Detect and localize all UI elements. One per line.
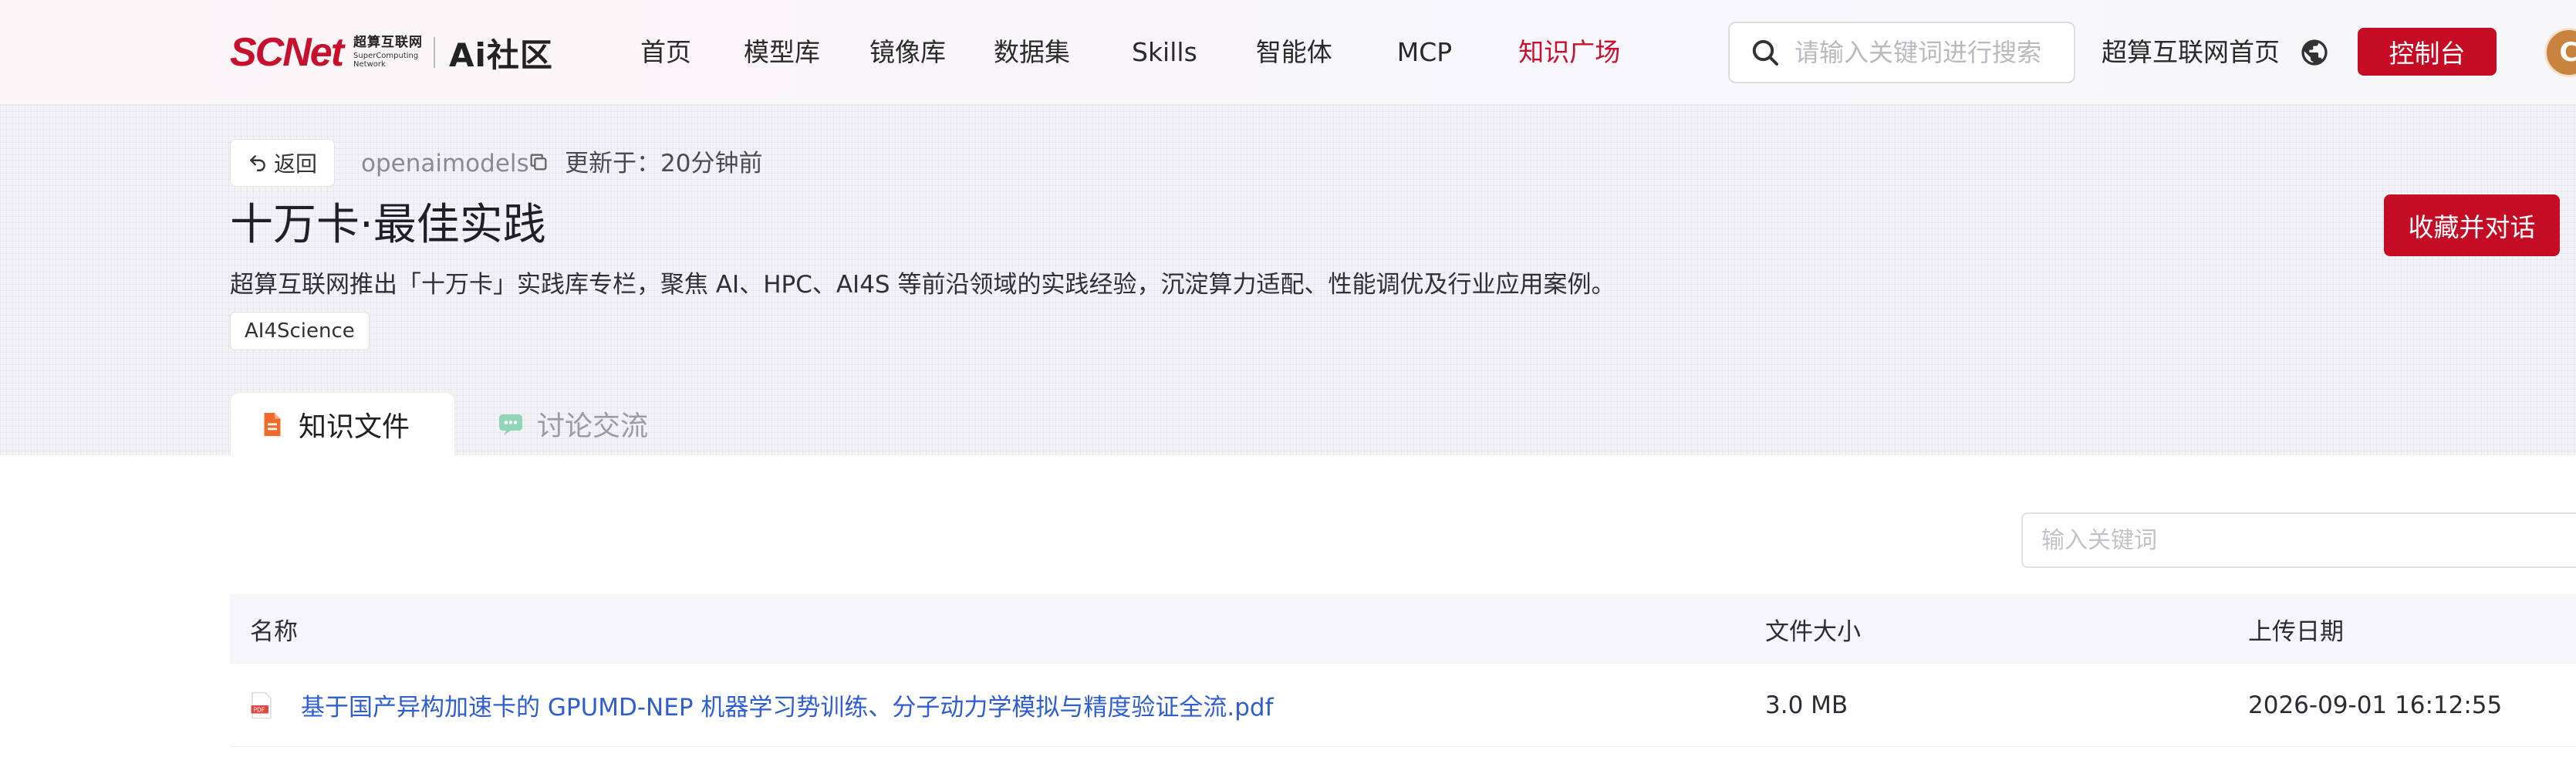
copy-icon[interactable] [528,151,549,173]
globe-icon[interactable] [2299,37,2330,68]
tab-knowledge-files-label: 知识文件 [299,411,410,443]
search-input[interactable] [1794,38,2072,67]
nav-mcp[interactable]: MCP [1397,31,1452,74]
updated-time: 更新于：20分钟前 [565,150,763,177]
author-name[interactable]: openaimodels [361,148,529,179]
console-button[interactable]: 控制台 [2358,28,2497,76]
file-date-cell: 2026-09-01 16:12:55 [2248,691,2503,719]
nav-knowledge-square[interactable]: 知识广场 [1518,31,1620,74]
file-name-cell: PDF 基于国产异构加速卡的 GPUMD-NEP 机器学习势训练、分子动力学模拟… [230,688,1773,722]
nav-images[interactable]: 镜像库 [869,31,946,74]
logo-subtitle: 超算互联网 SuperComputing Network [353,36,423,69]
nav-datasets[interactable]: 数据集 [994,31,1070,74]
page-title: 十万卡·最佳实践 [230,200,546,250]
portal-home-link[interactable]: 超算互联网首页 [2102,31,2280,74]
nav-skills[interactable]: Skills [1132,31,1197,74]
nav-home[interactable]: 首页 [640,31,691,74]
logo-scnet: SCNet [230,30,344,75]
column-name[interactable]: 名称 [230,612,1773,647]
back-label: 返回 [273,151,317,177]
global-search [1728,22,2075,83]
tab-knowledge-files[interactable]: 知识文件 [230,392,455,455]
column-size[interactable]: 文件大小 [1765,612,1861,647]
logo-divider [434,37,436,68]
logo-ai-community: Ai社区 [449,35,553,74]
nav-models[interactable]: 模型库 [744,31,820,74]
top-header: SCNet 超算互联网 SuperComputing Network Ai社区 … [0,0,2576,105]
file-link[interactable]: 基于国产异构加速卡的 GPUMD-NEP 机器学习势训练、分子动力学模拟与精度验… [301,688,1274,722]
tab-discussion-label: 讨论交流 [537,411,649,442]
table-row[interactable]: PDF 基于国产异构加速卡的 GPUMD-NEP 机器学习势训练、分子动力学模拟… [230,664,2576,747]
user-avatar[interactable]: C [2544,28,2576,77]
table-header: 名称 文件大小 上传日期 [230,594,2576,664]
column-upload-date[interactable]: 上传日期 [2248,612,2344,647]
pdf-file-icon: PDF [251,691,272,718]
main-nav: 首页 模型库 镜像库 数据集 Skills 智能体 MCP 知识广场 [640,31,1620,74]
back-button[interactable]: 返回 [230,139,335,187]
nav-agents[interactable]: 智能体 [1256,31,1332,74]
back-arrow-icon [250,155,265,171]
file-size-cell: 3.0 MB [1765,691,1848,719]
tab-discussion[interactable]: 讨论交流 [477,392,693,455]
favorite-and-chat-button[interactable]: 收藏并对话 [2384,194,2560,256]
logo-cn: 超算互联网 [353,35,424,50]
site-logo[interactable]: SCNet 超算互联网 SuperComputing Network Ai社区 [230,29,553,76]
chat-icon [499,414,522,435]
tag-ai4science[interactable]: AI4Science [230,312,370,350]
files-table: 名称 文件大小 上传日期 PDF 基于国产异构加速卡的 GPUMD-NEP 机器… [230,594,2576,747]
file-filter-input[interactable] [2021,512,2576,568]
logo-en: SuperComputing Network [353,52,419,69]
page-description: 超算互联网推出「十万卡」实践库专栏，聚焦 AI、HPC、AI4S 等前沿领域的实… [230,271,1615,299]
document-icon [264,412,281,436]
search-icon[interactable] [1750,37,1781,68]
svg-text:PDF: PDF [254,706,265,713]
